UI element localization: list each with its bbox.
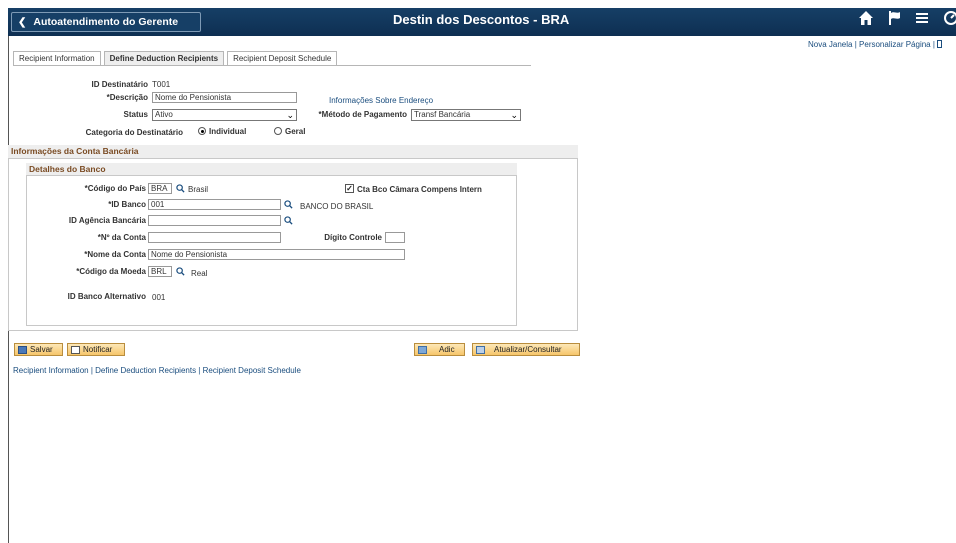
status-select[interactable]: Ativo ⌄ bbox=[152, 109, 297, 121]
payment-method-select[interactable]: Transf Bancária ⌄ bbox=[411, 109, 521, 121]
recipient-information-link[interactable]: Recipient Information bbox=[13, 366, 89, 375]
page-links: Nova Janela | Personalizar Página | bbox=[808, 40, 943, 49]
add-button[interactable]: Adic bbox=[414, 343, 465, 356]
save-icon bbox=[18, 345, 27, 354]
country-description: Brasil bbox=[188, 185, 209, 194]
currency-code-input[interactable]: BRL bbox=[148, 266, 172, 277]
status-label: Status bbox=[123, 110, 148, 119]
bank-account-section-title: Informações da Conta Bancária bbox=[8, 145, 578, 159]
search-icon[interactable] bbox=[176, 184, 185, 193]
tab-define-deduction-recipients[interactable]: Define Deduction Recipients bbox=[103, 51, 225, 65]
bank-name: BANCO DO BRASIL bbox=[300, 202, 374, 211]
country-code-label: *Código do País bbox=[84, 184, 146, 193]
category-geral-label: Geral bbox=[285, 127, 306, 136]
notify-button[interactable]: Notificar bbox=[67, 343, 125, 356]
chevron-down-icon: ⌄ bbox=[510, 110, 518, 120]
agency-id-label: ID Agência Bancária bbox=[68, 216, 146, 225]
personalize-page-link[interactable]: Personalizar Página bbox=[859, 40, 931, 49]
payment-method-label: *Método de Pagamento bbox=[318, 110, 407, 119]
account-number-input[interactable] bbox=[148, 232, 281, 243]
recipient-id-label: ID Destinatário bbox=[91, 80, 148, 89]
menu-icon[interactable] bbox=[914, 10, 930, 31]
search-icon[interactable] bbox=[176, 267, 185, 276]
bank-id-input[interactable]: 001 bbox=[148, 199, 281, 210]
account-number-label: *Nº da Conta bbox=[97, 233, 146, 242]
update-icon bbox=[476, 345, 485, 354]
separator: | bbox=[854, 40, 857, 49]
payment-method-value: Transf Bancária bbox=[414, 110, 471, 119]
category-geral-radio[interactable] bbox=[274, 127, 282, 135]
home-icon[interactable] bbox=[858, 10, 874, 31]
back-button[interactable]: ❮ Autoatendimento do Gerente bbox=[11, 12, 201, 32]
alt-bank-id-label: ID Banco Alternativo bbox=[67, 292, 146, 301]
flag-icon[interactable] bbox=[886, 10, 902, 31]
update-display-button[interactable]: Atualizar/Consultar bbox=[472, 343, 580, 356]
currency-code-label: *Código da Moeda bbox=[76, 267, 146, 276]
account-name-label: *Nome da Conta bbox=[84, 250, 146, 259]
search-icon[interactable] bbox=[284, 216, 293, 225]
add-icon bbox=[418, 345, 427, 354]
alt-bank-id-value: 001 bbox=[152, 293, 166, 302]
status-value: Ativo bbox=[155, 110, 173, 119]
recipient-id-value: T001 bbox=[152, 80, 171, 89]
chevron-down-icon: ⌄ bbox=[286, 110, 294, 120]
notify-button-label: Notificar bbox=[83, 345, 113, 354]
category-individual-radio[interactable] bbox=[198, 127, 206, 135]
clearing-account-checkbox[interactable]: ✓ bbox=[345, 184, 354, 193]
save-button-label: Salvar bbox=[30, 345, 53, 354]
page-title: Destin dos Descontos - BRA bbox=[393, 12, 570, 27]
agency-id-input[interactable] bbox=[148, 215, 281, 226]
help-icon[interactable] bbox=[937, 40, 943, 48]
bank-details-title: Detalhes do Banco bbox=[26, 163, 517, 176]
check-digit-label: Dígito Controle bbox=[324, 233, 382, 242]
bottom-page-links: Recipient Information | Define Deduction… bbox=[13, 366, 301, 375]
update-display-button-label: Atualizar/Consultar bbox=[494, 345, 562, 354]
navbar-icon[interactable] bbox=[942, 10, 956, 31]
envelope-icon bbox=[71, 345, 80, 354]
bank-id-label: *ID Banco bbox=[108, 200, 146, 209]
tab-divider bbox=[13, 65, 531, 66]
save-button[interactable]: Salvar bbox=[14, 343, 63, 356]
category-label: Categoria do Destinatário bbox=[85, 128, 183, 137]
country-code-input[interactable]: BRA bbox=[148, 183, 172, 194]
define-deduction-recipients-link[interactable]: Define Deduction Recipients bbox=[95, 366, 196, 375]
currency-description: Real bbox=[191, 269, 208, 278]
new-window-link[interactable]: Nova Janela bbox=[808, 40, 852, 49]
chevron-left-icon: ❮ bbox=[18, 16, 27, 28]
category-individual-label: Individual bbox=[209, 127, 247, 136]
recipient-deposit-schedule-link[interactable]: Recipient Deposit Schedule bbox=[203, 366, 301, 375]
description-label: *Descrição bbox=[106, 93, 148, 102]
search-icon[interactable] bbox=[284, 200, 293, 209]
address-info-link[interactable]: Informações Sobre Endereço bbox=[329, 96, 433, 105]
page-tabs: Recipient Information Define Deduction R… bbox=[13, 51, 340, 65]
header-actions bbox=[858, 10, 956, 31]
top-bar: ❮ Autoatendimento do Gerente Destin dos … bbox=[8, 8, 956, 36]
separator: | bbox=[932, 40, 935, 49]
add-button-label: Adic bbox=[439, 345, 455, 354]
check-digit-input[interactable] bbox=[385, 232, 405, 243]
description-input[interactable]: Nome do Pensionista bbox=[152, 92, 297, 103]
tab-recipient-information[interactable]: Recipient Information bbox=[13, 51, 101, 65]
back-button-label: Autoatendimento do Gerente bbox=[33, 16, 179, 28]
account-name-input[interactable]: Nome do Pensionista bbox=[148, 249, 405, 260]
clearing-account-label: Cta Bco Câmara Compens Intern bbox=[357, 185, 482, 194]
tab-recipient-deposit-schedule[interactable]: Recipient Deposit Schedule bbox=[227, 51, 338, 65]
